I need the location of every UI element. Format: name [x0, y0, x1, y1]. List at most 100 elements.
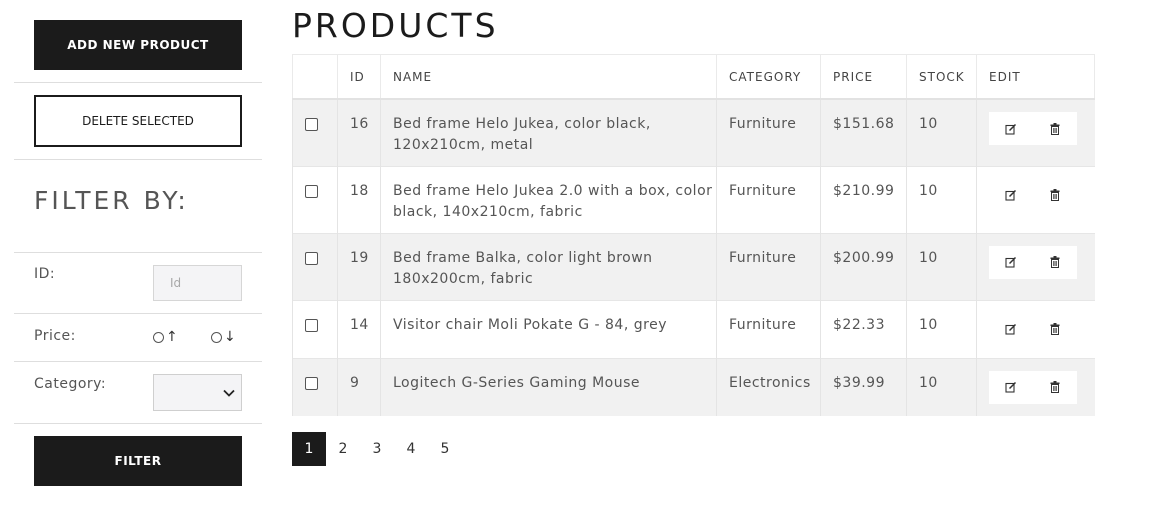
edit-button[interactable]	[1001, 119, 1021, 139]
product-stock: 10	[906, 232, 977, 300]
product-stock: 10	[906, 357, 977, 416]
trash-icon	[1050, 189, 1060, 201]
page-link-5[interactable]: 5	[428, 432, 462, 466]
arrow-up-icon: ↑	[166, 329, 178, 345]
row-actions-cell	[976, 299, 1095, 358]
row-actions	[989, 312, 1077, 346]
column-header-id: ID	[337, 54, 381, 100]
product-name: Bed frame Balka, color light brown 180x2…	[380, 232, 717, 300]
page-link-2[interactable]: 2	[326, 432, 360, 466]
divider	[14, 313, 262, 314]
row-actions-cell	[976, 98, 1095, 166]
divider	[14, 159, 262, 160]
divider	[14, 361, 262, 362]
trash-icon	[1050, 323, 1060, 335]
delete-selected-button[interactable]: DELETE SELECTED	[34, 95, 242, 147]
trash-icon	[1050, 381, 1060, 393]
product-stock: 10	[906, 98, 977, 166]
table-row: 18 Bed frame Helo Jukea 2.0 with a box, …	[292, 165, 1095, 233]
row-actions-cell	[976, 165, 1095, 233]
page-link-3[interactable]: 3	[360, 432, 394, 466]
product-category: Furniture	[716, 232, 821, 300]
product-price: $39.99	[820, 357, 907, 416]
product-id: 16	[337, 98, 381, 166]
table-row: 19 Bed frame Balka, color light brown 18…	[292, 232, 1095, 300]
trash-icon	[1050, 122, 1060, 135]
product-name: Visitor chair Moli Pokate G - 84, grey	[380, 299, 717, 358]
edit-button[interactable]	[1001, 319, 1021, 339]
chevron-down-icon	[223, 389, 235, 397]
price-label: Price:	[34, 328, 76, 344]
column-header-select	[292, 54, 338, 100]
price-ascending-option[interactable]: ↑	[153, 329, 178, 345]
product-price: $200.99	[820, 232, 907, 300]
column-header-category: CATEGORY	[716, 54, 821, 100]
row-checkbox[interactable]	[305, 251, 318, 265]
table-row: 9 Logitech G-Series Gaming Mouse Electro…	[292, 357, 1095, 416]
page-title: PRODUCTS	[292, 6, 499, 45]
table-row: 16 Bed frame Helo Jukea, color black, 12…	[292, 98, 1095, 166]
price-descending-radio[interactable]	[211, 331, 222, 343]
filter-button[interactable]: FILTER	[34, 436, 242, 486]
edit-icon	[1005, 381, 1017, 393]
product-stock: 10	[906, 165, 977, 233]
category-select[interactable]	[153, 374, 242, 411]
column-header-stock: STOCK	[906, 54, 977, 100]
id-filter-input[interactable]	[153, 265, 242, 301]
product-name: Bed frame Helo Jukea, color black, 120x2…	[380, 98, 717, 166]
products-table: ID NAME CATEGORY PRICE STOCK EDIT 16 Bed…	[292, 54, 1095, 416]
product-stock: 10	[906, 299, 977, 358]
row-select-cell	[292, 357, 338, 416]
divider	[14, 252, 262, 253]
row-checkbox[interactable]	[305, 118, 318, 131]
product-name: Bed frame Helo Jukea 2.0 with a box, col…	[380, 165, 717, 233]
table-header-row: ID NAME CATEGORY PRICE STOCK EDIT	[292, 54, 1095, 100]
row-checkbox[interactable]	[305, 184, 318, 198]
divider	[14, 82, 262, 83]
arrow-down-icon: ↓	[224, 329, 236, 345]
row-checkbox[interactable]	[305, 318, 318, 332]
price-descending-option[interactable]: ↓	[211, 329, 236, 345]
product-price: $22.33	[820, 299, 907, 358]
table-row: 14 Visitor chair Moli Pokate G - 84, gre…	[292, 299, 1095, 358]
trash-icon	[1050, 256, 1060, 268]
row-select-cell	[292, 165, 338, 233]
delete-button[interactable]	[1045, 377, 1065, 397]
row-select-cell	[292, 98, 338, 166]
add-new-product-button[interactable]: ADD NEW PRODUCT	[34, 20, 242, 70]
delete-button[interactable]	[1045, 319, 1065, 339]
delete-button[interactable]	[1045, 185, 1065, 205]
page-link-4[interactable]: 4	[394, 432, 428, 466]
category-label: Category:	[34, 376, 107, 392]
row-actions	[989, 245, 1077, 279]
edit-button[interactable]	[1001, 377, 1021, 397]
delete-button[interactable]	[1045, 252, 1065, 272]
edit-icon	[1005, 256, 1017, 268]
edit-icon	[1005, 123, 1017, 135]
row-actions-cell	[976, 357, 1095, 416]
edit-button[interactable]	[1001, 252, 1021, 272]
price-ascending-radio[interactable]	[153, 331, 164, 343]
row-select-cell	[292, 232, 338, 300]
pagination: 1 2 3 4 5	[292, 432, 462, 466]
page-link-1[interactable]: 1	[292, 432, 326, 466]
row-checkbox[interactable]	[305, 376, 318, 390]
filter-title: FILTER BY:	[34, 186, 189, 215]
row-actions-cell	[976, 232, 1095, 300]
product-price: $151.68	[820, 98, 907, 166]
edit-icon	[1005, 189, 1017, 201]
product-category: Furniture	[716, 98, 821, 166]
product-category: Furniture	[716, 299, 821, 358]
delete-button[interactable]	[1045, 119, 1065, 139]
edit-button[interactable]	[1001, 185, 1021, 205]
product-category: Electronics	[716, 357, 821, 416]
column-header-price: PRICE	[820, 54, 907, 100]
product-category: Furniture	[716, 165, 821, 233]
product-id: 19	[337, 232, 381, 300]
product-price: $210.99	[820, 165, 907, 233]
row-actions	[989, 178, 1077, 212]
column-header-edit: EDIT	[976, 54, 1095, 100]
row-select-cell	[292, 299, 338, 358]
product-id: 14	[337, 299, 381, 358]
edit-icon	[1005, 323, 1017, 335]
